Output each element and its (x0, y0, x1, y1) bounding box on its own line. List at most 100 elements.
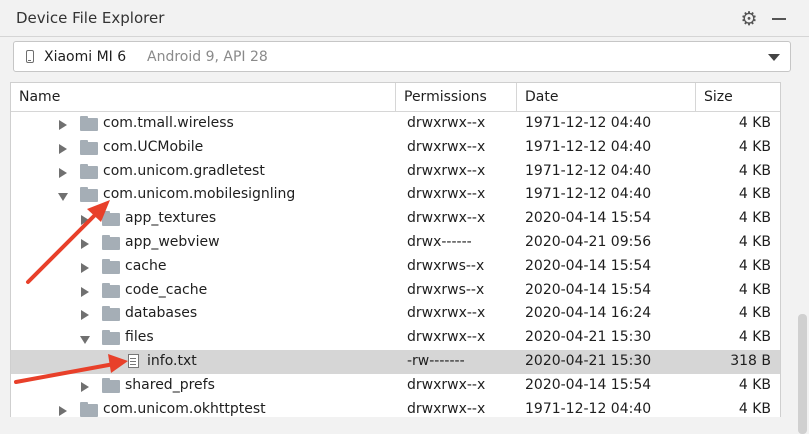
column-divider[interactable] (695, 83, 696, 111)
file-date: 2020-04-21 15:30 (525, 352, 652, 369)
file-date: 2020-04-21 15:30 (525, 329, 652, 346)
table-row[interactable]: com.unicom.gradletest drwxrwx--x 1971-12… (11, 160, 780, 184)
expand-arrow-icon[interactable] (81, 310, 89, 321)
file-name: com.tmall.wireless (103, 115, 234, 131)
table-row[interactable]: databases drwxrwx--x 2020-04-14 16:24 4 … (11, 302, 780, 326)
file-name: com.unicom.mobilesignling (103, 186, 296, 203)
column-header-name[interactable]: Name (19, 83, 60, 111)
chevron-down-icon[interactable] (768, 54, 780, 61)
file-size: 4 KB (738, 210, 771, 227)
folder-icon (102, 211, 120, 227)
file-size: 4 KB (738, 186, 771, 203)
collapse-arrow-icon[interactable] (80, 336, 90, 345)
file-size: 4 KB (738, 115, 771, 131)
expand-arrow-icon[interactable] (59, 143, 67, 154)
expand-arrow-icon[interactable] (81, 286, 89, 297)
panel-title: Device File Explorer (16, 9, 165, 27)
file-name: app_textures (125, 210, 217, 227)
column-divider[interactable] (395, 83, 396, 111)
table-row[interactable]: com.tmall.wireless drwxrwx--x 1971-12-12… (11, 112, 780, 136)
folder-icon (80, 163, 98, 179)
gear-icon[interactable]: ⚙ (739, 8, 759, 30)
file-date: 2020-04-21 09:56 (525, 233, 652, 250)
folder-icon (102, 282, 120, 298)
table-row[interactable]: com.unicom.mobilesignling drwxrwx--x 197… (11, 183, 780, 207)
file-date: 1971-12-12 04:40 (525, 186, 652, 203)
file-date: 2020-04-14 15:54 (525, 210, 652, 227)
file-permissions: drwx------ (407, 233, 472, 250)
file-permissions: drwxrwx--x (407, 329, 486, 346)
file-size: 4 KB (738, 305, 771, 322)
file-permissions: drwxrws--x (407, 281, 485, 298)
scrollbar-thumb[interactable] (798, 314, 807, 434)
expand-arrow-icon[interactable] (81, 215, 89, 226)
expand-arrow-icon[interactable] (81, 238, 89, 249)
file-name: shared_prefs (125, 376, 215, 393)
device-name: Xiaomi MI 6 (44, 49, 127, 65)
folder-icon (102, 258, 120, 274)
file-permissions: drwxrwx--x (407, 115, 486, 131)
file-size: 4 KB (738, 233, 771, 250)
file-tree-table: Name Permissions Date Size com.tmall.wir… (10, 82, 781, 417)
file-permissions: drwxrwx--x (407, 305, 486, 322)
file-permissions: drwxrwx--x (407, 210, 486, 227)
phone-icon (26, 50, 34, 63)
file-size: 4 KB (738, 376, 771, 393)
column-divider[interactable] (516, 83, 517, 111)
file-size: 4 KB (738, 162, 771, 179)
collapse-arrow-icon[interactable] (58, 193, 68, 202)
file-permissions: drwxrws--x (407, 257, 485, 274)
device-dropdown[interactable]: Xiaomi MI 6 Android 9, API 28 (13, 41, 791, 72)
file-permissions: -rw------- (407, 352, 465, 369)
file-date: 1971-12-12 04:40 (525, 162, 652, 179)
table-row[interactable]: files drwxrwx--x 2020-04-21 15:30 4 KB (11, 326, 780, 350)
folder-icon (80, 139, 98, 155)
folder-icon (80, 187, 98, 203)
table-row-selected[interactable]: info.txt -rw------- 2020-04-21 15:30 318… (11, 349, 780, 374)
column-header-date[interactable]: Date (525, 83, 558, 111)
folder-icon (80, 116, 98, 131)
file-name: databases (125, 305, 198, 322)
table-header: Name Permissions Date Size (11, 83, 780, 112)
folder-icon (80, 401, 98, 417)
file-permissions: drwxrwx--x (407, 138, 486, 155)
file-name: files (125, 329, 154, 346)
column-header-permissions[interactable]: Permissions (404, 83, 487, 111)
vertical-scrollbar[interactable] (796, 82, 809, 434)
file-name: app_webview (125, 233, 220, 250)
tool-window-header: Device File Explorer ⚙ (0, 0, 809, 37)
expand-arrow-icon[interactable] (59, 167, 67, 178)
file-date: 1971-12-12 04:40 (525, 138, 652, 155)
file-date: 2020-04-14 16:24 (525, 305, 652, 322)
table-row[interactable]: shared_prefs drwxrwx--x 2020-04-14 15:54… (11, 374, 780, 398)
expand-arrow-icon[interactable] (59, 405, 67, 416)
file-size: 318 B (730, 352, 771, 369)
file-name: code_cache (125, 281, 208, 298)
minimize-icon[interactable] (772, 18, 786, 20)
file-name: com.unicom.okhttptest (103, 400, 266, 417)
file-date: 2020-04-14 15:54 (525, 257, 652, 274)
folder-icon (102, 330, 120, 346)
file-list: com.tmall.wireless drwxrwx--x 1971-12-12… (11, 112, 780, 417)
file-permissions: drwxrwx--x (407, 186, 486, 203)
file-size: 4 KB (738, 138, 771, 155)
column-header-size[interactable]: Size (704, 83, 733, 111)
expand-arrow-icon[interactable] (81, 262, 89, 273)
table-row[interactable]: app_textures drwxrwx--x 2020-04-14 15:54… (11, 207, 780, 231)
file-date: 2020-04-14 15:54 (525, 281, 652, 298)
text-file-icon (128, 353, 139, 368)
file-permissions: drwxrwx--x (407, 376, 486, 393)
expand-arrow-icon[interactable] (81, 381, 89, 392)
table-row[interactable]: code_cache drwxrws--x 2020-04-14 15:54 4… (11, 279, 780, 303)
expand-arrow-icon[interactable] (59, 120, 67, 130)
file-date: 2020-04-14 15:54 (525, 376, 652, 393)
file-size: 4 KB (738, 281, 771, 298)
table-row[interactable]: cache drwxrws--x 2020-04-14 15:54 4 KB (11, 255, 780, 279)
file-date: 1971-12-12 04:40 (525, 115, 652, 131)
table-row[interactable]: app_webview drwx------ 2020-04-21 09:56 … (11, 231, 780, 255)
device-details: Android 9, API 28 (147, 49, 268, 65)
table-row[interactable]: com.unicom.okhttptest drwxrwx--x 1971-12… (11, 398, 780, 417)
folder-icon (102, 377, 120, 393)
table-row[interactable]: com.UCMobile drwxrwx--x 1971-12-12 04:40… (11, 136, 780, 160)
file-date: 1971-12-12 04:40 (525, 400, 652, 417)
